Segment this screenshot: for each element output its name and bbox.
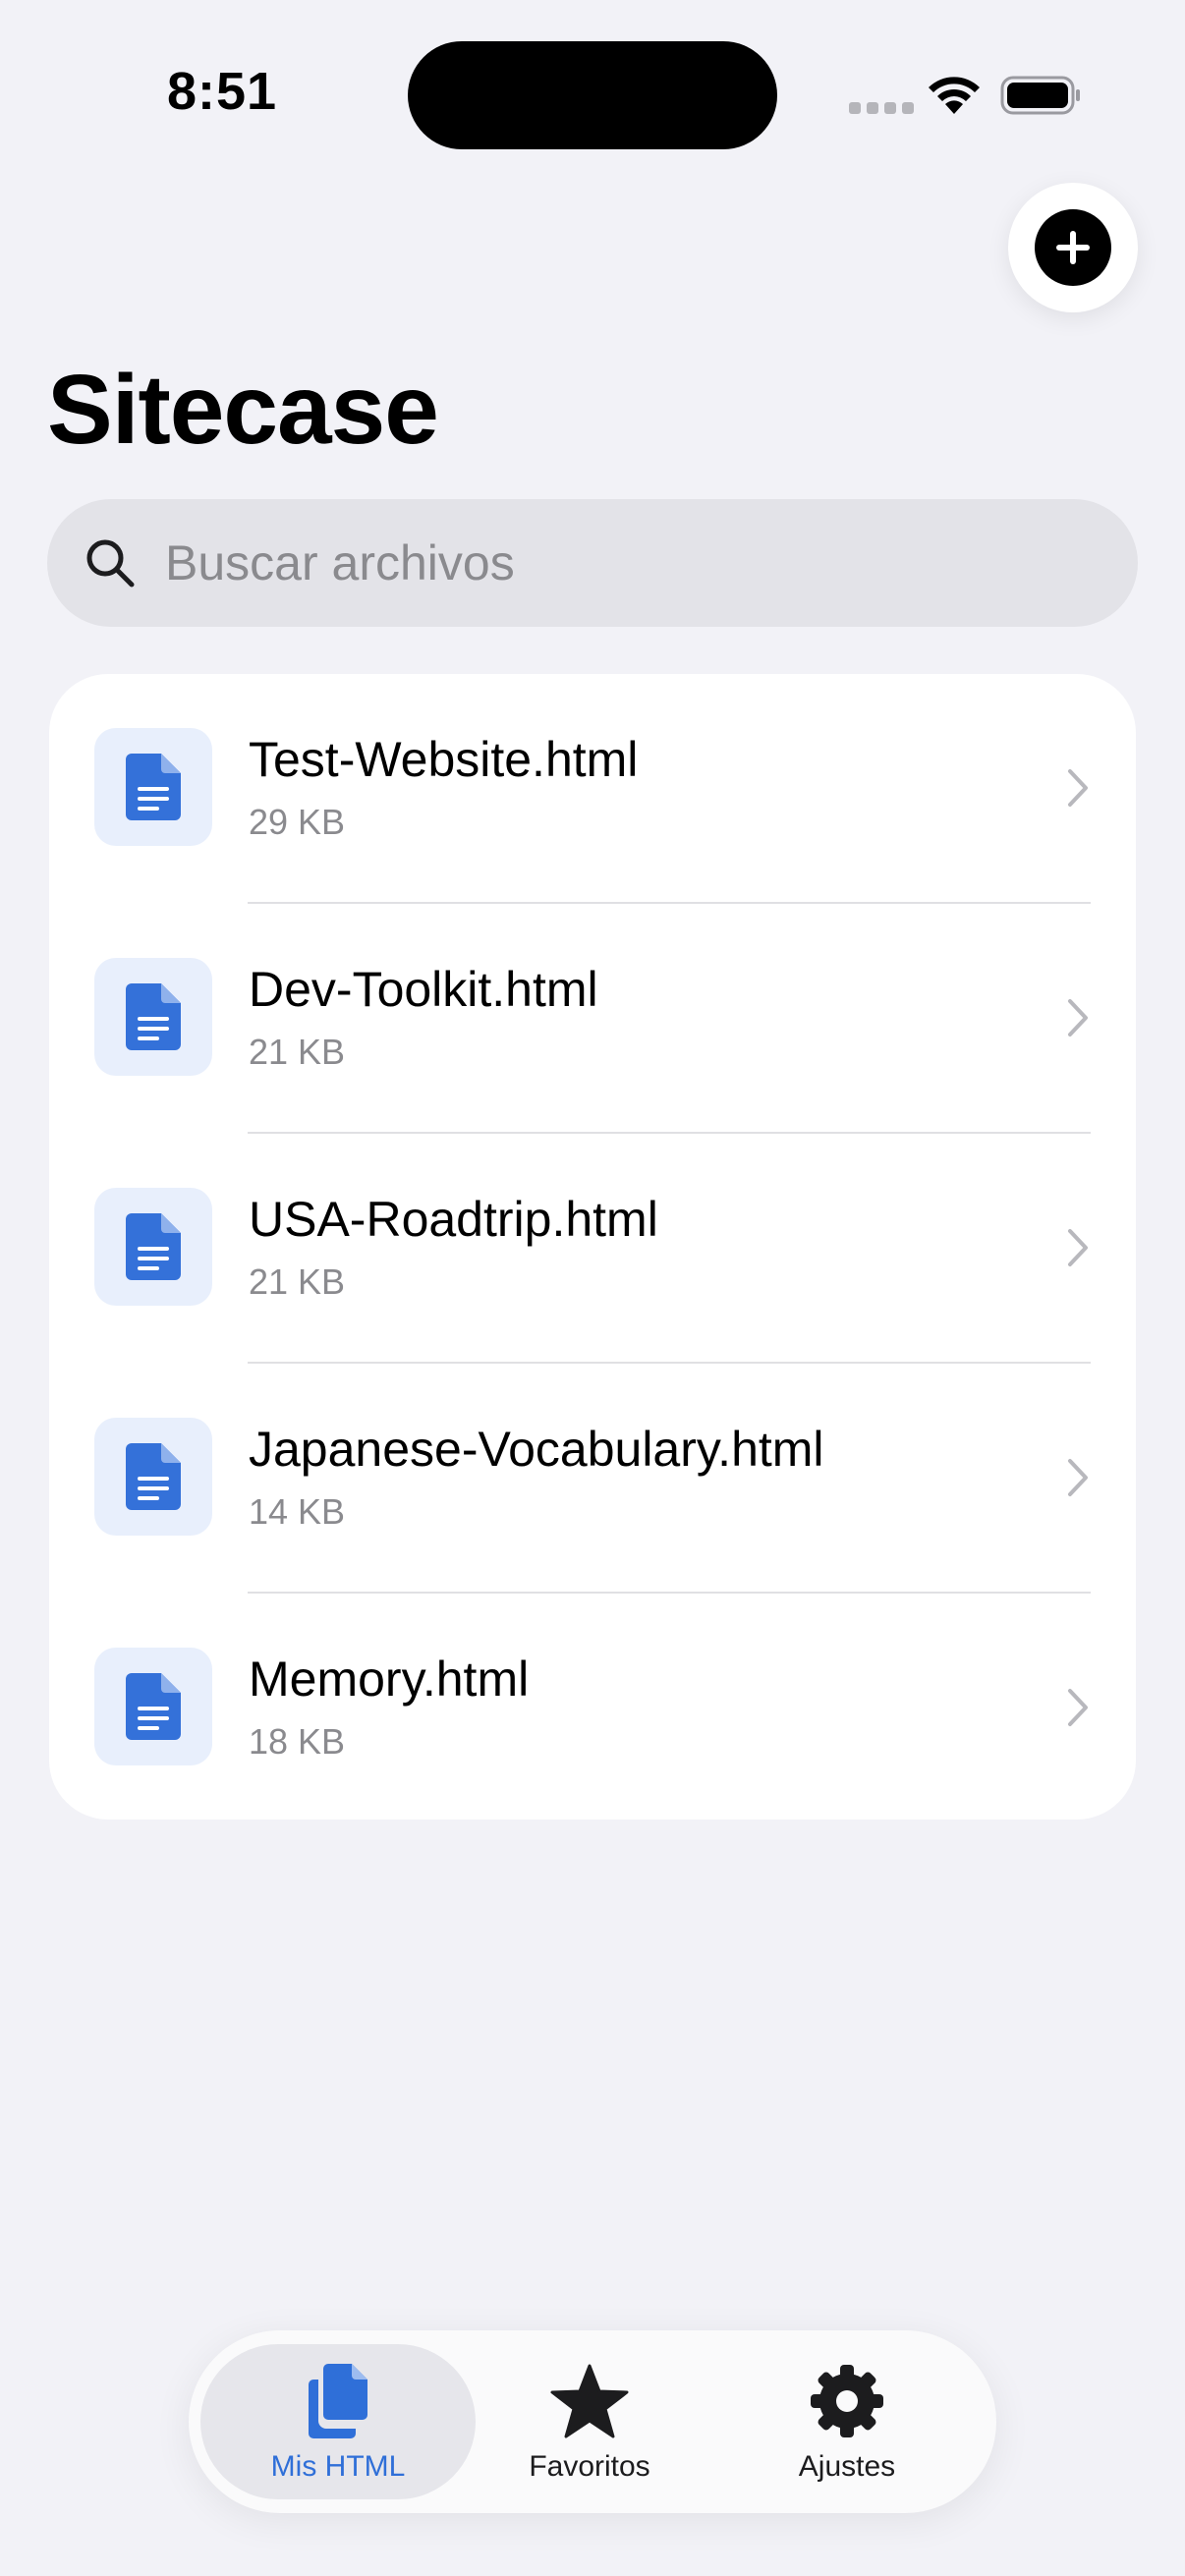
search-icon [86,539,135,588]
search-input[interactable] [165,534,1049,591]
file-name: Memory.html [249,1652,530,1707]
search-bar[interactable] [47,499,1138,627]
tab-label: Mis HTML [270,2450,406,2483]
file-row[interactable]: Dev-Toolkit.html 21 KB [49,904,1136,1134]
page-title: Sitecase [47,355,439,465]
document-icon [126,1213,181,1280]
tab-label: Favoritos [529,2450,650,2483]
cellular-signal-icon [849,102,914,114]
file-row[interactable]: USA-Roadtrip.html 21 KB [49,1134,1136,1364]
add-file-button[interactable] [1008,183,1138,312]
wifi-icon [929,77,980,114]
star-icon [550,2364,629,2438]
chevron-right-icon [1068,1229,1088,1266]
file-name: Dev-Toolkit.html [249,962,598,1017]
chevron-right-icon [1068,1689,1088,1726]
document-icon [126,1443,181,1510]
tab-ajustes[interactable]: Ajustes [759,2344,935,2499]
gear-icon [811,2365,883,2437]
battery-icon [1000,76,1080,115]
file-size: 18 KB [249,1721,346,1762]
file-size: 29 KB [249,802,346,842]
file-thumbnail [94,728,212,846]
chevron-right-icon [1068,769,1088,807]
file-thumbnail [94,958,212,1076]
document-icon [126,983,181,1050]
chevron-right-icon [1068,999,1088,1036]
file-thumbnail [94,1648,212,1765]
document-icon [126,754,181,820]
file-row[interactable]: Test-Website.html 29 KB [49,674,1136,904]
file-name: USA-Roadtrip.html [249,1192,658,1247]
plus-circle-icon [1035,209,1111,286]
file-row[interactable]: Japanese-Vocabulary.html 14 KB [49,1364,1136,1594]
tab-mis-html[interactable]: Mis HTML [200,2344,476,2499]
file-list: Test-Website.html 29 KB Dev-Toolkit.html… [49,674,1136,1820]
status-time: 8:51 [167,62,278,121]
file-size: 21 KB [249,1032,346,1072]
file-size: 14 KB [249,1491,346,1532]
tab-bar: Mis HTML Favoritos Ajustes [189,2330,996,2513]
tab-label: Ajustes [798,2450,896,2483]
chevron-right-icon [1068,1459,1088,1496]
file-thumbnail [94,1188,212,1306]
document-icon [126,1673,181,1740]
file-name: Japanese-Vocabulary.html [249,1422,824,1477]
file-size: 21 KB [249,1261,346,1302]
documents-icon [309,2364,367,2438]
tab-favoritos[interactable]: Favoritos [501,2344,678,2499]
dynamic-island [408,41,777,149]
file-row[interactable]: Memory.html 18 KB [49,1594,1136,1820]
file-thumbnail [94,1418,212,1536]
file-name: Test-Website.html [249,732,639,787]
